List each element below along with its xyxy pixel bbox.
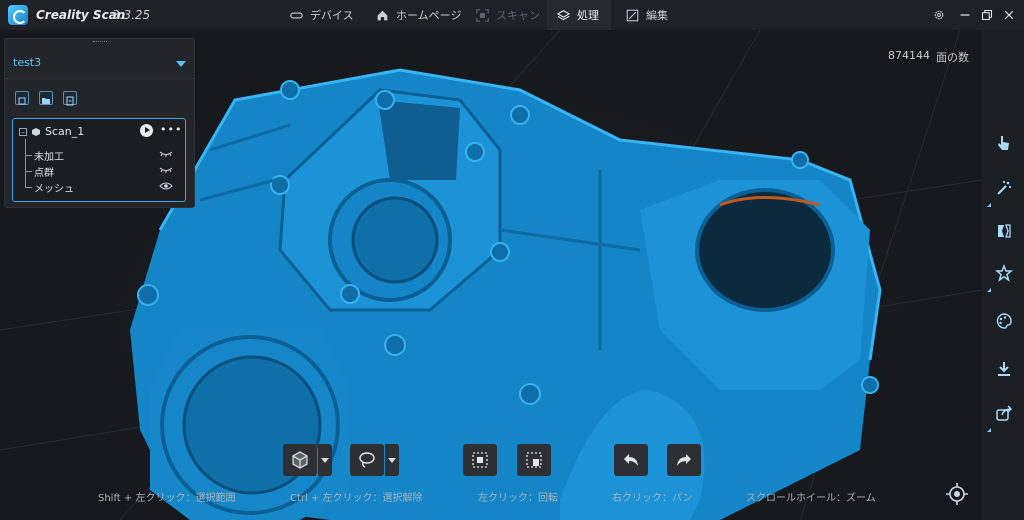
select-all-icon: [472, 452, 488, 468]
tab-scan[interactable]: スキャン: [466, 0, 550, 30]
device-icon: [290, 11, 303, 19]
delete-selection-button[interactable]: [517, 444, 551, 476]
tree-branch: [25, 187, 32, 188]
share-button[interactable]: [987, 402, 1015, 432]
restore-button[interactable]: [978, 6, 996, 24]
play-button[interactable]: [140, 124, 153, 137]
minimize-button[interactable]: [956, 6, 974, 24]
right-toolbar: [982, 30, 1024, 520]
download-icon: [998, 362, 1010, 376]
scan-header: – Scan_1: [19, 125, 84, 138]
submenu-indicator: [987, 428, 991, 432]
repair-icon: [998, 224, 1011, 238]
scan-icon: [476, 8, 489, 22]
hint-pan: 右クリック：パン: [612, 493, 693, 504]
hint-rotate: 左クリック：回転: [478, 493, 558, 504]
undo-icon: [624, 454, 638, 466]
restore-icon: [981, 9, 993, 21]
face-count-value: 874144: [888, 49, 930, 62]
texture-tool-button[interactable]: [993, 310, 1015, 332]
undo-button[interactable]: [614, 444, 648, 476]
lasso-select-button[interactable]: [350, 444, 384, 476]
eye-closed-icon[interactable]: [159, 150, 173, 158]
settings-icon: [934, 10, 944, 20]
tab-scan-label: スキャン: [496, 9, 540, 22]
tab-edit-label: 編集: [646, 9, 668, 22]
redo-button[interactable]: [667, 444, 701, 476]
face-count-label: 面の数: [936, 51, 969, 64]
import-button[interactable]: [15, 91, 29, 105]
tree-branch: [25, 171, 32, 172]
panel-drag-handle[interactable]: [93, 41, 107, 44]
star-icon: [995, 264, 1013, 282]
tree-item-raw[interactable]: 未加工: [25, 148, 64, 163]
open-folder-button[interactable]: [39, 91, 53, 105]
tree-item-label: メッシュ: [34, 184, 74, 195]
project-dropdown[interactable]: test3: [5, 47, 194, 79]
hint-shift-select: Shift + 左クリック：選択範囲: [98, 493, 236, 504]
star-tool-button[interactable]: [987, 262, 1015, 292]
palette-icon: [996, 313, 1012, 329]
view-mode-dropdown[interactable]: [318, 444, 332, 476]
tree-item-label: 未加工: [34, 152, 64, 163]
locate-icon[interactable]: [945, 482, 969, 506]
eye-icon[interactable]: [159, 182, 173, 190]
import-icon: [18, 97, 26, 105]
tree-item-mesh[interactable]: メッシュ: [25, 180, 74, 195]
tab-process-label: 処理: [577, 9, 599, 22]
folder-icon: [42, 98, 50, 104]
select-mode-dropdown[interactable]: [385, 444, 399, 476]
tab-home[interactable]: ホームページ: [366, 0, 471, 30]
submenu-indicator: [987, 203, 991, 207]
project-panel: test3 – Scan_1 ••• 未加工 点群 メッシュ: [4, 38, 195, 208]
collapse-icon[interactable]: –: [19, 127, 27, 136]
magic-select-tool-button[interactable]: [987, 177, 1015, 207]
close-icon: [1004, 10, 1014, 20]
more-options-button[interactable]: •••: [160, 123, 182, 136]
pointer-icon: [998, 136, 1009, 150]
scan-name: Scan_1: [45, 125, 85, 138]
project-name: test3: [13, 56, 42, 69]
view-mode-button[interactable]: [283, 444, 317, 476]
tab-device-label: デバイス: [310, 9, 354, 22]
tree-item-point-cloud[interactable]: 点群: [25, 164, 54, 179]
tab-home-label: ホームページ: [396, 9, 462, 22]
face-count: 874144 面の数: [888, 49, 969, 65]
download-button[interactable]: [993, 358, 1015, 380]
tab-device[interactable]: デバイス: [280, 0, 364, 30]
tab-process[interactable]: 処理: [547, 0, 611, 30]
edit-icon: [626, 9, 639, 21]
lasso-select-icon: [359, 452, 375, 468]
settings-button[interactable]: [930, 6, 948, 24]
app-version: 3.3.25: [112, 8, 151, 22]
scan-item[interactable]: – Scan_1 ••• 未加工 点群 メッシュ: [12, 118, 186, 202]
share-icon: [996, 405, 1013, 421]
hint-zoom: スクロールホイール：ズーム: [746, 493, 876, 504]
minimize-icon: [960, 14, 970, 16]
export-icon: [66, 96, 74, 106]
magic-select-icon: [997, 180, 1012, 195]
delete-selection-icon: [526, 452, 542, 468]
hint-ctrl-deselect: Ctrl + 左クリック：選択解除: [290, 493, 423, 504]
close-button[interactable]: [1000, 6, 1018, 24]
tab-edit[interactable]: 編集: [616, 0, 678, 30]
app-logo-icon: [8, 5, 28, 25]
eye-closed-icon[interactable]: [159, 166, 173, 174]
select-all-button[interactable]: [463, 444, 497, 476]
tree-branch: [25, 155, 32, 156]
submenu-indicator: [987, 288, 991, 292]
title-bar: Creality Scan 3.3.25 デバイス ホームページ スキャン 処理…: [0, 0, 1024, 30]
pointer-tool-button[interactable]: [993, 132, 1015, 154]
export-button[interactable]: [63, 91, 77, 106]
view-cube-icon: [292, 451, 308, 469]
repair-tool-button[interactable]: [993, 220, 1015, 242]
tree-item-label: 点群: [34, 168, 54, 179]
home-icon: [377, 10, 388, 20]
layers-icon: [557, 9, 570, 20]
chevron-down-icon: [176, 61, 186, 67]
redo-icon: [677, 454, 691, 466]
scan-cube-icon: [32, 127, 40, 136]
